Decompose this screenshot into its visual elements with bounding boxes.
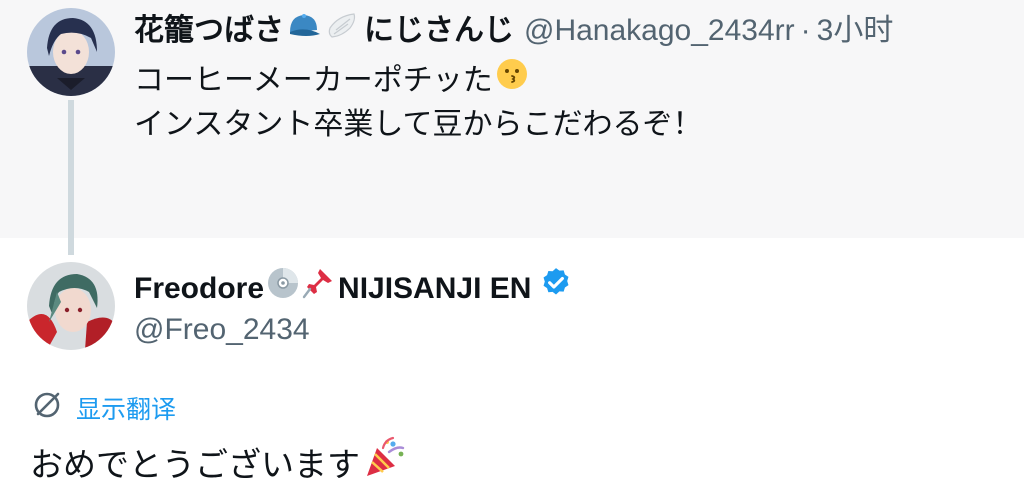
parent-text-line-2: インスタント卒業して豆からこだわるぞ！ xyxy=(134,108,703,141)
blue-cap-icon xyxy=(287,10,321,51)
parent-author-name[interactable]: 花籠つばさ xyxy=(134,11,284,51)
reply-text: おめでとうございます xyxy=(30,445,360,483)
parent-tweet-text: コーヒーメーカーポチッた インスタント卒業して豆からこだわるぞ！ xyxy=(134,58,703,147)
reply-author-name-row: Freodore NIJISANJI EN xyxy=(134,266,573,311)
reply-author-avatar[interactable] xyxy=(27,262,115,350)
parent-text-line-1: コーヒーメーカーポチッた xyxy=(134,63,493,97)
parent-author-handle[interactable]: @Hanakago_2434rr xyxy=(524,11,795,51)
meta-separator: · xyxy=(800,13,811,47)
tweet-thread: 花籠つばさ にじさんじ @Hanakago_2434rr · 3小时 コーヒーメ… xyxy=(0,0,1024,499)
parent-timestamp[interactable]: 3小时 xyxy=(817,11,894,51)
reply-author-name-suffix[interactable]: NIJISANJI EN xyxy=(338,269,531,309)
translate-icon xyxy=(30,388,64,432)
pushpin-icon xyxy=(302,267,334,310)
translate-label[interactable]: 显示翻译 xyxy=(76,392,176,428)
reply-author-name[interactable]: Freodore xyxy=(134,269,264,309)
kissing-face-icon xyxy=(496,58,528,103)
party-popper-icon xyxy=(363,436,407,493)
show-translation-link[interactable]: 显示翻译 xyxy=(30,388,176,432)
parent-tweet[interactable]: 花籠つばさ にじさんじ @Hanakago_2434rr · 3小时 コーヒーメ… xyxy=(0,0,1024,255)
reply-tweet-text: おめでとうございます xyxy=(30,436,407,493)
white-wing-icon xyxy=(324,10,358,51)
thread-connector-line xyxy=(68,100,74,255)
cd-icon xyxy=(267,267,299,310)
reply-author-handle[interactable]: @Freo_2434 xyxy=(134,310,310,350)
verified-badge-icon[interactable] xyxy=(539,266,573,311)
parent-tweet-header: 花籠つばさ にじさんじ @Hanakago_2434rr · 3小时 xyxy=(134,10,893,51)
parent-author-name-suffix[interactable]: にじさんじ xyxy=(364,11,514,51)
parent-author-avatar[interactable] xyxy=(27,8,115,96)
